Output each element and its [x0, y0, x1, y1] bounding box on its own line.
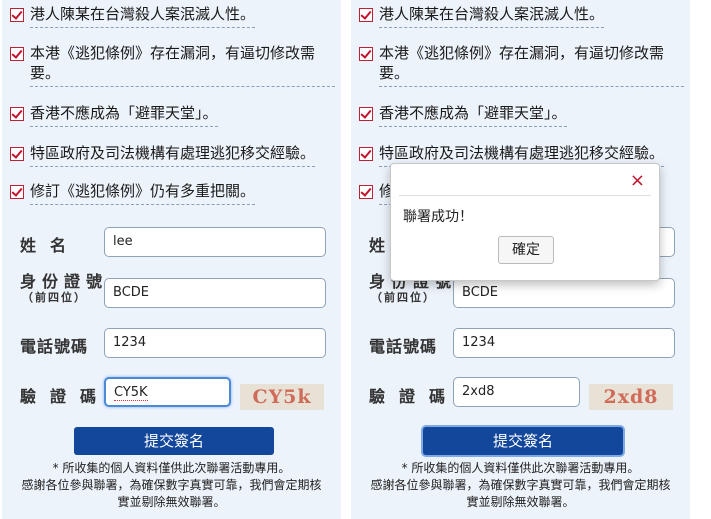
- checkbox-checked-icon[interactable]: [10, 185, 24, 199]
- confirm-button[interactable]: 確定: [498, 236, 554, 264]
- footer-line-3: 實並剔除無效聯署。: [117, 495, 226, 509]
- id-sublabel: （前四位）: [371, 291, 436, 304]
- captcha-input-value: CY5K: [114, 385, 148, 401]
- captcha-label: 驗證碼: [369, 387, 460, 406]
- captcha-image[interactable]: CY5k: [240, 384, 324, 410]
- captcha-image[interactable]: 2xd8: [589, 384, 673, 410]
- phone-input-value: 1234: [462, 335, 496, 350]
- captcha-input[interactable]: CY5K: [104, 377, 231, 407]
- check-item-5[interactable]: 修訂《逃犯條例》仍有多重把關。: [10, 181, 256, 205]
- checkbox-checked-icon[interactable]: [359, 107, 373, 121]
- close-icon[interactable]: ×: [630, 170, 645, 191]
- checkbox-checked-icon[interactable]: [359, 147, 373, 161]
- captcha-label: 驗證碼: [20, 387, 111, 406]
- name-label: 姓名: [20, 236, 81, 255]
- footer-line-1: * 所收集的個人資料僅供此次聯署活動專用。: [52, 461, 291, 475]
- id-input[interactable]: BCDE: [104, 278, 326, 308]
- checkbox-checked-icon[interactable]: [359, 8, 373, 22]
- check-item-text: 港人陳某在台灣殺人案泯滅人性。: [30, 4, 256, 28]
- petition-form-left: 港人陳某在台灣殺人案泯滅人性。 本港《逃犯條例》存在漏洞，有逼切修改需要。 香港…: [2, 0, 341, 519]
- footer-line-3: 實並剔除無效聯署。: [466, 495, 575, 509]
- check-item-text: 修訂《逃犯條例》仍有多重把關。: [30, 181, 256, 205]
- check-item-text: 特區政府及司法機構有處理逃犯移交經驗。: [30, 143, 316, 167]
- phone-input-value: 1234: [113, 335, 147, 350]
- footer-line-1: * 所收集的個人資料僅供此次聯署活動專用。: [401, 461, 640, 475]
- success-dialog: × 聯署成功！ 確定: [390, 163, 660, 281]
- check-item-3[interactable]: 香港不應成為「避罪天堂」。: [359, 103, 567, 127]
- checkbox-checked-icon[interactable]: [10, 8, 24, 22]
- checkbox-checked-icon[interactable]: [10, 47, 24, 61]
- checkbox-checked-icon[interactable]: [359, 47, 373, 61]
- checkbox-checked-icon[interactable]: [10, 147, 24, 161]
- check-item-1[interactable]: 港人陳某在台灣殺人案泯滅人性。: [10, 4, 256, 28]
- checkbox-checked-icon[interactable]: [10, 107, 24, 121]
- id-input-value: BCDE: [113, 285, 149, 300]
- phone-input[interactable]: 1234: [104, 328, 326, 358]
- check-item-text: 香港不應成為「避罪天堂」。: [379, 103, 567, 127]
- captcha-input-value: 2xd8: [462, 384, 495, 399]
- check-item-3[interactable]: 香港不應成為「避罪天堂」。: [10, 103, 218, 127]
- footer-line-2: 感謝各位參與聯署，為確保數字真實可靠，我們會定期核: [21, 478, 322, 492]
- check-item-4[interactable]: 特區政府及司法機構有處理逃犯移交經驗。: [10, 143, 316, 167]
- submit-button[interactable]: 提交簽名: [423, 427, 623, 455]
- check-item-text: 港人陳某在台灣殺人案泯滅人性。: [379, 4, 605, 28]
- check-item-text: 本港《逃犯條例》存在漏洞，有逼切修改需要。: [379, 43, 684, 87]
- dialog-message: 聯署成功！: [403, 209, 473, 225]
- checkbox-checked-icon[interactable]: [359, 185, 373, 199]
- footer-line-2: 感謝各位參與聯署，為確保數字真實可靠，我們會定期核: [370, 478, 671, 492]
- check-item-2[interactable]: 本港《逃犯條例》存在漏洞，有逼切修改需要。: [359, 43, 684, 87]
- id-input[interactable]: BCDE: [453, 278, 675, 308]
- check-item-text: 香港不應成為「避罪天堂」。: [30, 103, 218, 127]
- dialog-divider: [399, 195, 651, 196]
- captcha-input[interactable]: 2xd8: [453, 377, 580, 407]
- check-item-text: 本港《逃犯條例》存在漏洞，有逼切修改需要。: [30, 43, 335, 87]
- check-item-1[interactable]: 港人陳某在台灣殺人案泯滅人性。: [359, 4, 605, 28]
- check-item-2[interactable]: 本港《逃犯條例》存在漏洞，有逼切修改需要。: [10, 43, 335, 87]
- id-input-value: BCDE: [462, 285, 498, 300]
- name-input[interactable]: lee: [104, 227, 326, 257]
- submit-button[interactable]: 提交簽名: [74, 427, 274, 455]
- phone-label: 電話號碼: [369, 337, 438, 356]
- phone-input[interactable]: 1234: [453, 328, 675, 358]
- name-input-value: lee: [113, 234, 133, 249]
- phone-label: 電話號碼: [20, 337, 89, 356]
- id-sublabel: （前四位）: [22, 291, 87, 304]
